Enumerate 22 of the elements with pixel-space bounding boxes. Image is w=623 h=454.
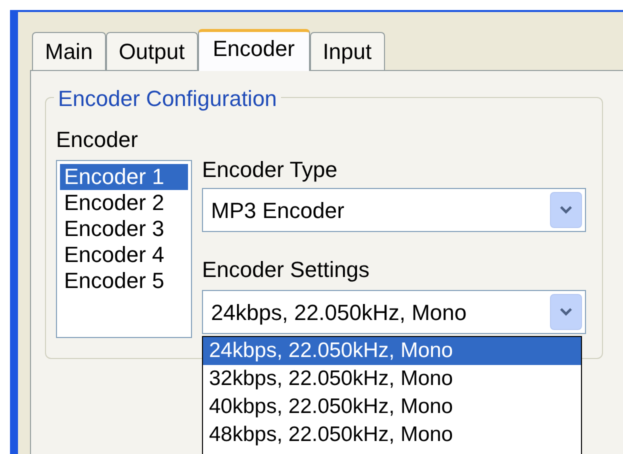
settings-label: Encoder Settings [202,256,371,284]
list-item[interactable]: Encoder 1 [60,164,188,190]
tab[interactable]: Input [310,32,385,70]
list-item[interactable]: Encoder 2 [60,190,188,216]
chevron-down-icon [559,205,573,215]
list-item[interactable]: Encoder 3 [60,216,188,242]
type-label: Encoder Type [202,156,338,184]
dropdown-button[interactable] [550,294,582,330]
dropdown-option[interactable]: 40kbps, 22.050kHz, Mono [203,393,581,421]
chevron-down-icon [559,307,573,317]
dropdown-option[interactable]: 32kbps, 22.050kHz, Mono [203,365,581,393]
tab[interactable]: Encoder [198,29,310,71]
tab[interactable]: Main [32,32,106,70]
dropdown-button[interactable] [550,192,582,228]
tab[interactable]: Output [106,32,198,70]
dropdown-option[interactable]: 48kbps, 22.050kHz, Mono [203,421,581,449]
list-item[interactable]: Encoder 4 [60,242,188,268]
dropdown-option[interactable]: 24kbps, 22.050kHz, Mono [203,337,581,365]
list-item[interactable]: Encoder 5 [60,268,188,294]
type-dropdown[interactable]: MP3 Encoder [202,188,586,232]
settings-dropdown[interactable]: 24kbps, 22.050kHz, Mono [202,290,586,334]
encoder-label: Encoder [56,126,139,154]
